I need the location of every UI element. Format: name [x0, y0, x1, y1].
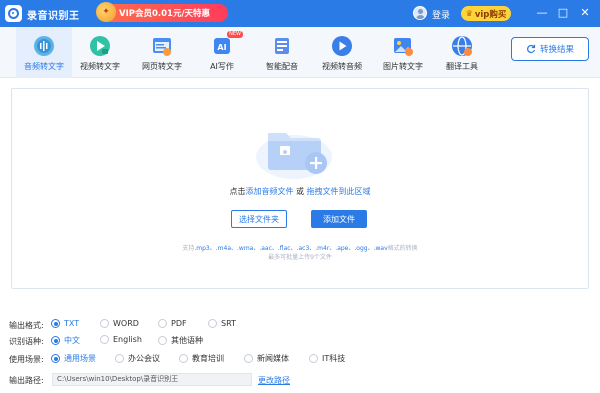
- formats-suffix: 格式的转换: [387, 245, 418, 252]
- scene-option-news[interactable]: 新闻媒体: [244, 353, 289, 364]
- tool-label: 智能配音: [266, 62, 298, 71]
- feature-toolbar: 音频转文字 视频转文字 网页转文字 AI NEW AI写作 智能配音 视频转音频: [0, 27, 600, 78]
- tool-smart-dubbing[interactable]: 智能配音: [254, 27, 310, 78]
- tool-video-to-audio[interactable]: 视频转音频: [314, 27, 370, 78]
- webpage-to-text-icon: [151, 35, 173, 57]
- tool-audio-to-text[interactable]: 音频转文字: [16, 27, 72, 78]
- change-path-link[interactable]: 更改路径: [258, 375, 290, 386]
- format-option-pdf[interactable]: PDF: [158, 319, 187, 328]
- close-button[interactable]: ✕: [578, 5, 592, 21]
- radio-icon: [115, 354, 124, 363]
- batch-limit-note: 最多可批量上传9个文件: [268, 254, 332, 261]
- audio-to-text-icon: [33, 35, 55, 57]
- video-to-audio-icon: [331, 35, 353, 57]
- convert-result-button[interactable]: 转换结果: [511, 37, 589, 61]
- scene-row: 使用场景: 通用场景 办公会议 教育培训 新闻媒体 IT科技: [0, 352, 600, 366]
- tool-label: 音频转文字: [24, 62, 64, 71]
- tool-label: 视频转文字: [80, 62, 120, 71]
- radio-icon: [51, 336, 60, 345]
- drag-hint-text: 拖拽文件到此区域: [306, 187, 371, 196]
- add-file-button[interactable]: 添加文件: [311, 210, 367, 228]
- tool-label: 网页转文字: [142, 62, 182, 71]
- tool-video-to-text[interactable]: 视频转文字: [72, 27, 128, 78]
- format-list: .mp3、.m4a、.wma、.aac、.flac、.ac3、.m4r、.ape…: [194, 245, 388, 252]
- convert-result-label: 转换结果: [539, 45, 574, 55]
- scene-option-education[interactable]: 教育培训: [179, 353, 224, 364]
- supported-formats: 支持.mp3、.m4a、.wma、.aac、.flac、.ac3、.m4r、.a…: [0, 243, 600, 252]
- output-path-row: 输出路径: C:\Users\win10\Desktop\录音识别王 更改路径: [0, 373, 600, 387]
- tool-ai-writing[interactable]: AI NEW AI写作: [194, 27, 250, 78]
- new-badge: NEW: [227, 31, 243, 38]
- login-link[interactable]: 登录: [432, 8, 450, 21]
- title-bar: 录音识别王 ✦ VIP会员0.01元/天特惠 登录 ♛ vip购买 — □ ✕: [0, 0, 600, 27]
- scene-option-it[interactable]: IT科技: [309, 353, 345, 364]
- translate-icon: [451, 35, 473, 57]
- output-path-label: 输出路径:: [9, 376, 44, 385]
- vip-buy-label: vip购买: [474, 9, 507, 20]
- add-folder-icon: [256, 133, 332, 179]
- tool-webpage-to-text[interactable]: 网页转文字: [134, 27, 190, 78]
- radio-icon: [208, 319, 217, 328]
- tool-label: 视频转音频: [322, 62, 362, 71]
- scene-option-general[interactable]: 通用场景: [51, 353, 96, 364]
- drop-hint: 点击添加音频文件 或 拖拽文件到此区域: [0, 186, 600, 197]
- output-format-label: 输出格式:: [9, 321, 44, 330]
- output-format-row: 输出格式: TXT WORD PDF SRT: [0, 318, 600, 332]
- format-option-srt[interactable]: SRT: [208, 319, 236, 328]
- smart-dubbing-icon: [271, 35, 293, 57]
- tool-label: AI写作: [210, 62, 234, 71]
- output-path-field[interactable]: C:\Users\win10\Desktop\录音识别王: [52, 373, 252, 386]
- language-option-chinese[interactable]: 中文: [51, 335, 80, 346]
- tool-image-to-text[interactable]: 图片转文字: [375, 27, 431, 78]
- vip-promo-text: VIP会员0.01元/天特惠: [119, 9, 211, 19]
- radio-icon: [100, 335, 109, 344]
- radio-icon: [179, 354, 188, 363]
- language-label: 识别语种:: [9, 337, 44, 346]
- radio-icon: [309, 354, 318, 363]
- app-title: 录音识别王: [27, 11, 80, 22]
- format-option-word[interactable]: WORD: [100, 319, 139, 328]
- radio-icon: [244, 354, 253, 363]
- minimize-button[interactable]: —: [535, 5, 549, 21]
- select-folder-button[interactable]: 选择文件夹: [231, 210, 287, 228]
- formats-prefix: 支持: [182, 245, 195, 252]
- avatar[interactable]: [413, 6, 427, 20]
- image-to-text-icon: [392, 35, 414, 57]
- add-audio-link[interactable]: 添加音频文件: [245, 187, 293, 196]
- maximize-button[interactable]: □: [556, 5, 570, 21]
- hint-or: 或: [293, 187, 307, 196]
- video-to-text-icon: [89, 35, 111, 57]
- scene-option-meeting[interactable]: 办公会议: [115, 353, 160, 364]
- radio-icon: [158, 319, 167, 328]
- scene-label: 使用场景:: [9, 355, 44, 364]
- tool-translate[interactable]: 翻译工具: [434, 27, 490, 78]
- refresh-icon: [527, 44, 536, 54]
- tool-label: 图片转文字: [383, 62, 423, 71]
- svg-text:AI: AI: [217, 43, 226, 52]
- gift-icon: ✦: [96, 2, 116, 22]
- radio-icon: [51, 319, 60, 328]
- language-row: 识别语种: 中文 English 其他语种: [0, 334, 600, 348]
- app-logo-icon: [5, 5, 22, 22]
- crown-icon: ♛: [465, 9, 473, 18]
- hint-prefix: 点击: [229, 187, 246, 196]
- radio-icon: [158, 336, 167, 345]
- radio-icon: [100, 319, 109, 328]
- language-option-other[interactable]: 其他语种: [158, 335, 203, 346]
- tool-label: 翻译工具: [446, 62, 478, 71]
- vip-buy-button[interactable]: ♛ vip购买: [461, 6, 511, 21]
- language-option-english[interactable]: English: [100, 335, 142, 344]
- vip-promo-banner[interactable]: ✦ VIP会员0.01元/天特惠: [96, 2, 228, 22]
- radio-icon: [51, 354, 60, 363]
- ai-writing-icon: AI NEW: [211, 31, 243, 57]
- format-option-txt[interactable]: TXT: [51, 319, 79, 328]
